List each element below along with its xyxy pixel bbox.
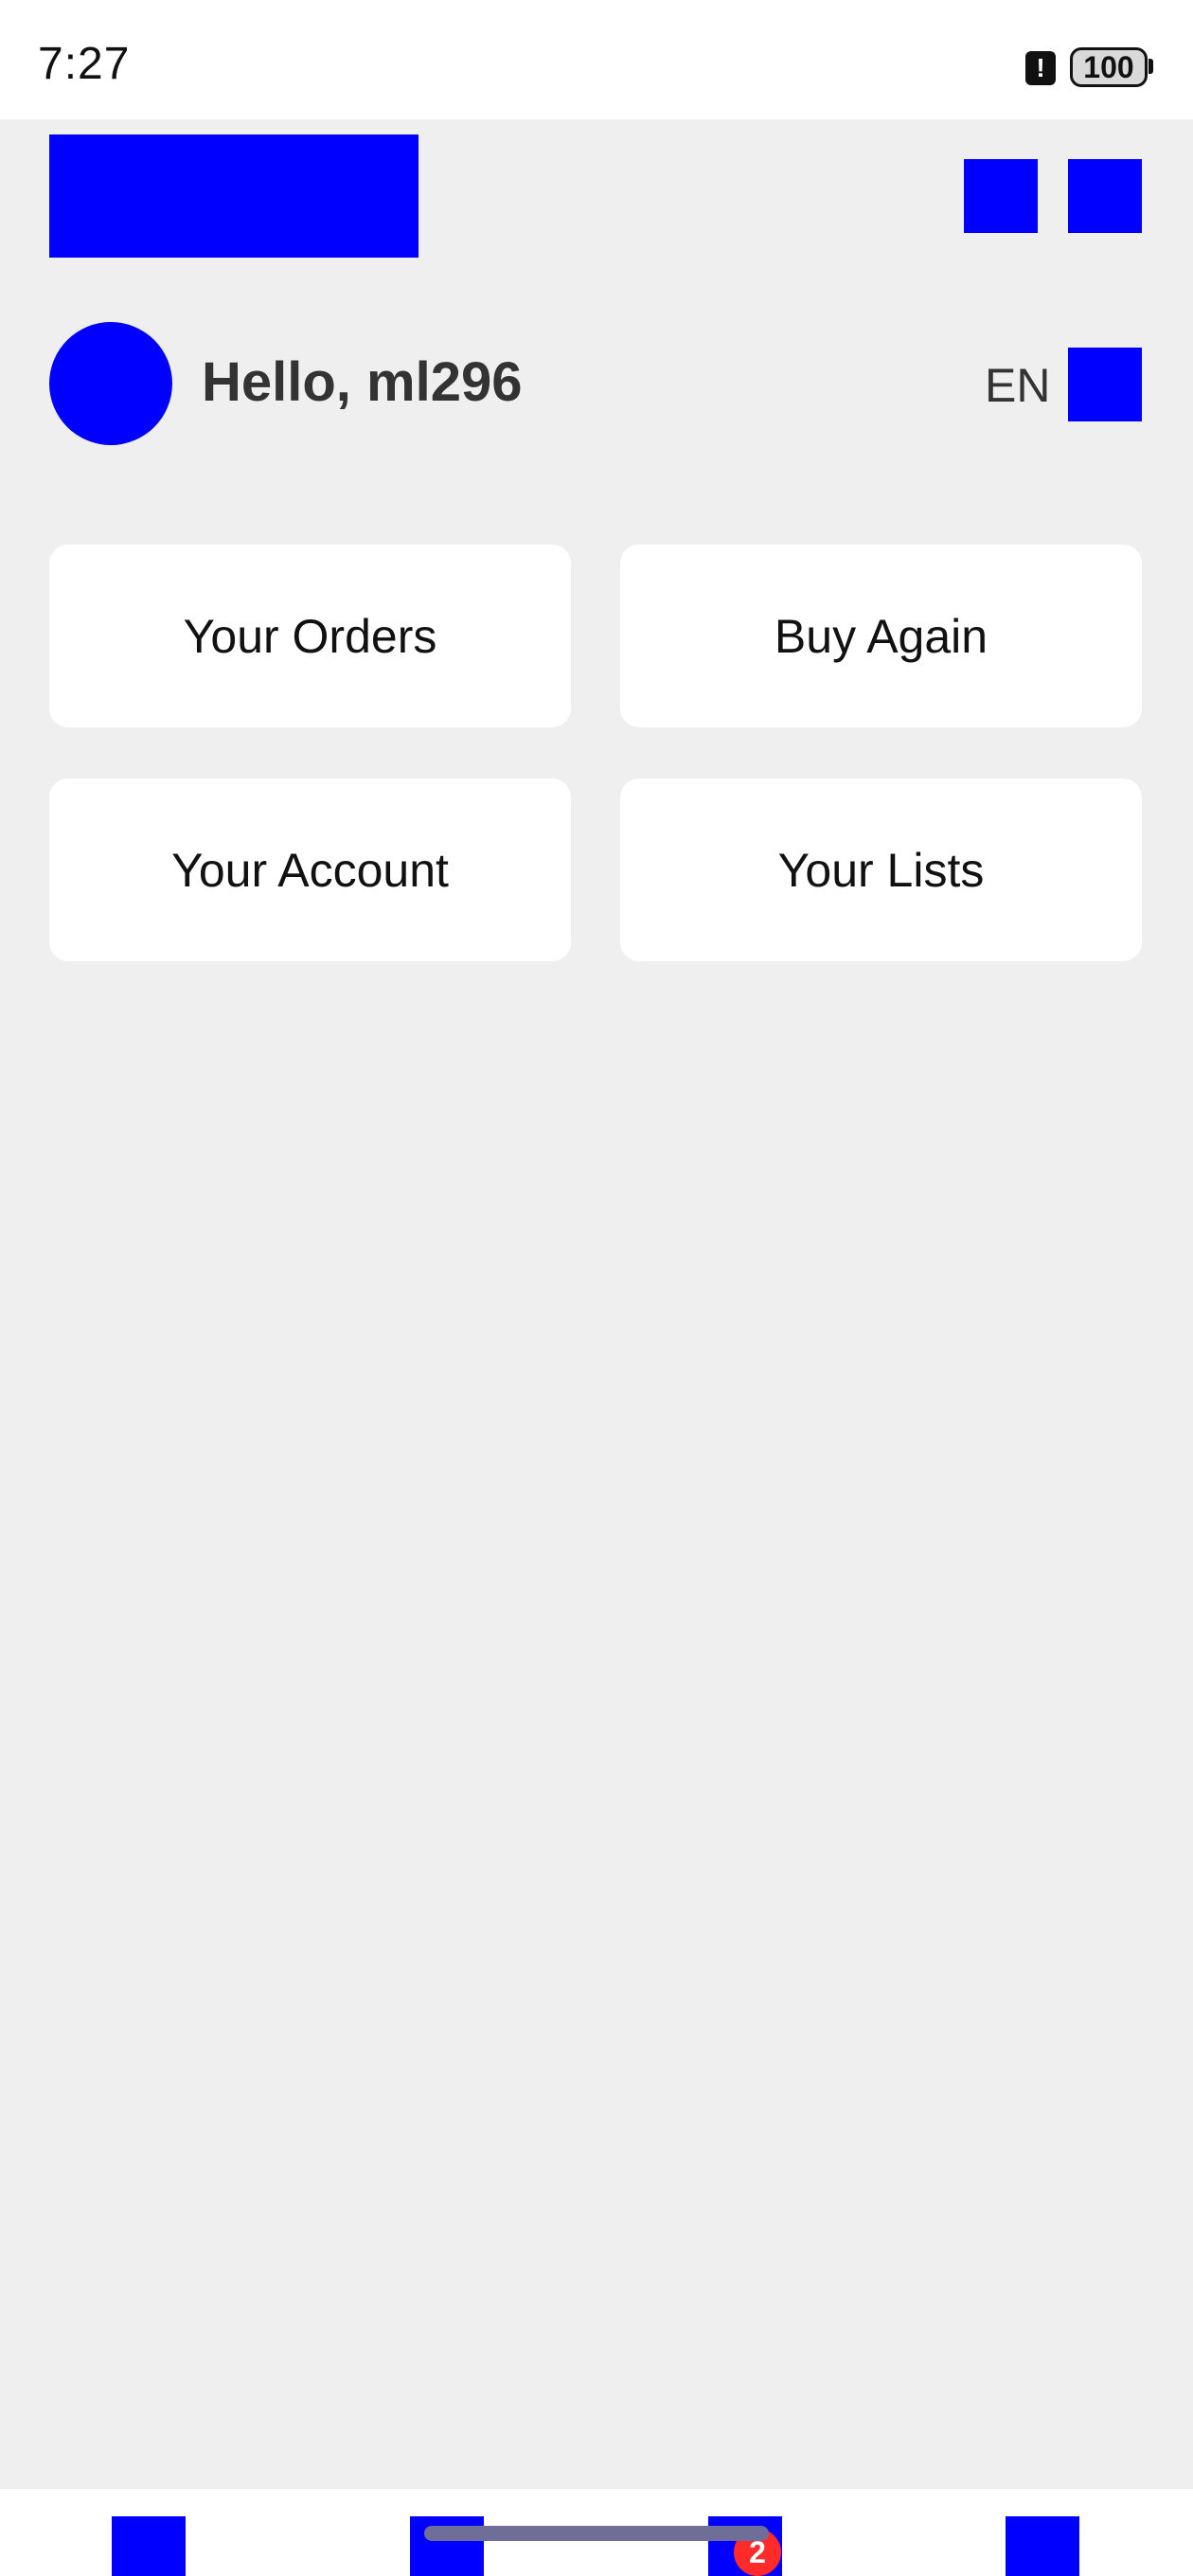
header-action-icon-2[interactable] <box>1068 159 1142 233</box>
account-screen: 7:27 ! 100 Hello, ml296 EN Your Orders B… <box>0 0 1193 2576</box>
battery-icon: 100 <box>1070 47 1148 87</box>
avatar[interactable] <box>49 322 172 445</box>
status-time: 7:27 <box>38 39 131 89</box>
language-label[interactable]: EN <box>985 358 1050 413</box>
battery-tip <box>1148 59 1153 74</box>
language-icon[interactable] <box>1068 348 1142 421</box>
your-orders-label: Your Orders <box>183 609 437 663</box>
header-action-icon-1[interactable] <box>964 159 1038 233</box>
nav-home-icon[interactable] <box>112 2516 186 2576</box>
nav-menu-icon[interactable] <box>1006 2516 1079 2576</box>
your-lists-button[interactable]: Your Lists <box>620 778 1142 961</box>
your-account-button[interactable]: Your Account <box>49 778 571 961</box>
status-bar: 7:27 ! 100 <box>0 0 1193 119</box>
logo-icon[interactable] <box>49 134 418 258</box>
buy-again-label: Buy Again <box>774 609 988 663</box>
your-account-label: Your Account <box>171 843 449 897</box>
buy-again-button[interactable]: Buy Again <box>620 545 1142 727</box>
your-orders-button[interactable]: Your Orders <box>49 545 571 727</box>
alert-icon: ! <box>1025 51 1056 85</box>
your-lists-label: Your Lists <box>777 843 985 897</box>
greeting-text: Hello, ml296 <box>202 351 523 413</box>
home-indicator[interactable] <box>424 2526 769 2541</box>
